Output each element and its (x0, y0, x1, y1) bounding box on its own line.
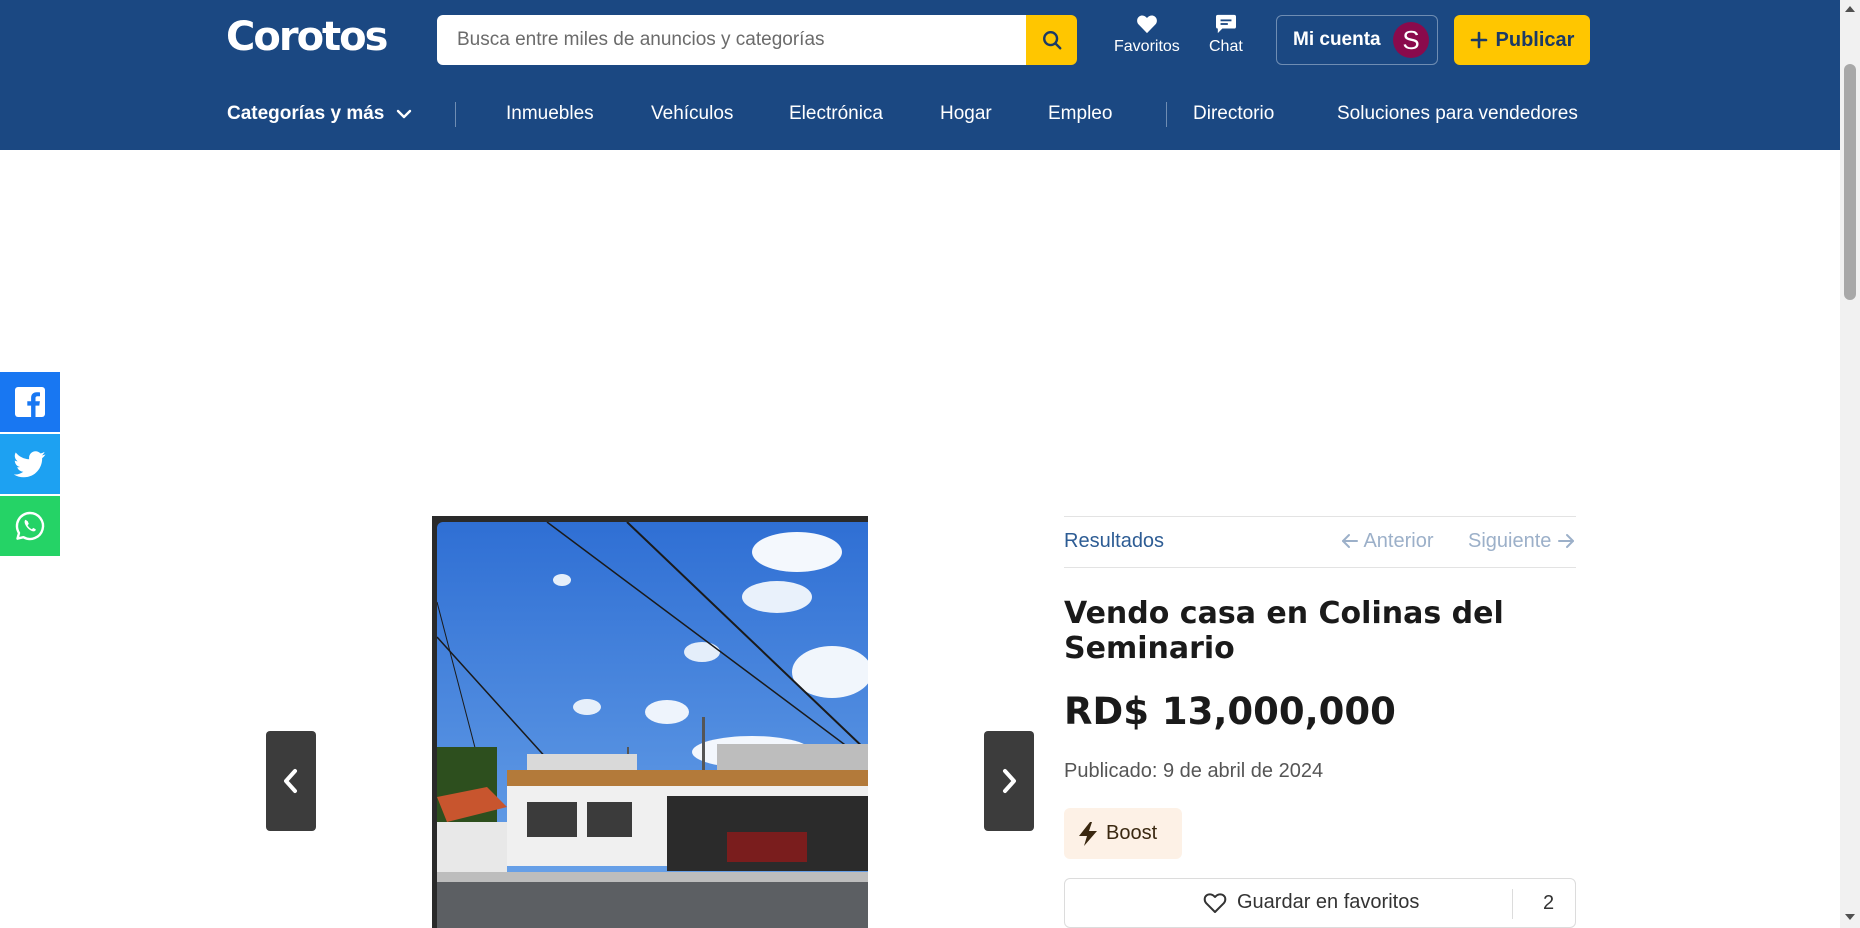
avatar: S (1393, 22, 1429, 58)
lightning-icon (1079, 821, 1097, 846)
favorites-button[interactable]: Favoritos (1114, 14, 1180, 56)
share-facebook-button[interactable] (0, 372, 60, 432)
nav-item-hogar[interactable]: Hogar (940, 103, 992, 125)
search-bar (437, 15, 1077, 65)
plus-icon (1470, 31, 1487, 49)
save-favorite-button[interactable]: Guardar en favoritos 2 (1064, 878, 1576, 928)
save-favorite-label: Guardar en favoritos (1237, 891, 1420, 913)
arrow-right-icon (1557, 534, 1574, 548)
publish-button[interactable]: Publicar (1454, 15, 1590, 65)
previous-label: Anterior (1363, 530, 1434, 552)
gallery-next-button[interactable] (984, 731, 1034, 831)
scroll-thumb[interactable] (1844, 64, 1856, 300)
next-label: Siguiente (1468, 530, 1552, 552)
nav-item-sellers[interactable]: Soluciones para vendedores (1337, 103, 1578, 125)
gallery-previous-button[interactable] (266, 731, 316, 831)
favorite-divider (1512, 889, 1513, 919)
favorites-label: Favoritos (1114, 38, 1180, 55)
chat-button[interactable]: Chat (1209, 14, 1243, 56)
search-icon (1042, 31, 1061, 50)
scroll-down-arrow[interactable] (1845, 914, 1855, 920)
nav-divider (455, 102, 456, 127)
chat-label: Chat (1209, 38, 1243, 55)
boost-label: Boost (1106, 822, 1158, 844)
boost-button[interactable]: Boost (1064, 808, 1182, 859)
scroll-up-arrow[interactable] (1845, 6, 1855, 12)
listing-photo[interactable] (437, 522, 868, 928)
category-nav: Categorías y más Inmuebles Vehículos Ele… (0, 95, 1840, 135)
save-favorite-content: Guardar en favoritos (1203, 891, 1419, 914)
nav-item-directorio[interactable]: Directorio (1193, 103, 1274, 125)
listing-price: RD$ 13,000,000 (1064, 690, 1396, 733)
categories-dropdown[interactable]: Categorías y más (227, 103, 412, 125)
nav-divider (1166, 102, 1167, 127)
my-account-label: Mi cuenta (1293, 29, 1381, 50)
share-whatsapp-button[interactable] (0, 496, 60, 556)
chat-icon (1215, 14, 1236, 34)
listing-title: Vendo casa en Colinas del Seminario (1064, 596, 1504, 666)
twitter-icon (14, 450, 46, 477)
heart-icon (1136, 15, 1157, 34)
nav-item-electronica[interactable]: Electrónica (789, 103, 883, 125)
share-twitter-button[interactable] (0, 434, 60, 494)
whatsapp-icon (15, 511, 45, 541)
top-header: Corotos Favoritos Chat Mi cuenta S Publi… (0, 0, 1840, 150)
nav-item-empleo[interactable]: Empleo (1048, 103, 1112, 125)
heart-outline-icon (1203, 892, 1227, 913)
nav-item-inmuebles[interactable]: Inmuebles (506, 103, 594, 125)
image-gallery (432, 516, 868, 928)
results-link[interactable]: Resultados (1064, 530, 1164, 553)
house-photo-image (437, 522, 868, 928)
categories-label: Categorías y más (227, 103, 385, 124)
publish-label: Publicar (1495, 28, 1575, 51)
nav-item-vehiculos[interactable]: Vehículos (651, 103, 733, 125)
chevron-right-icon (1003, 769, 1016, 793)
search-input[interactable] (437, 15, 1027, 65)
previous-listing-link[interactable]: Anterior (1341, 530, 1433, 553)
published-date: Publicado: 9 de abril de 2024 (1064, 760, 1324, 782)
search-button[interactable] (1026, 15, 1077, 65)
chevron-down-icon (396, 109, 411, 119)
arrow-left-icon (1342, 534, 1358, 548)
favorite-count: 2 (1543, 892, 1555, 914)
page-scrollbar[interactable] (1840, 0, 1860, 928)
results-navigation: Resultados Anterior Siguiente (1064, 516, 1576, 568)
corotos-logo[interactable]: Corotos (226, 14, 388, 60)
facebook-icon (15, 387, 45, 417)
next-listing-link[interactable]: Siguiente (1468, 530, 1575, 553)
chevron-left-icon (284, 769, 297, 793)
my-account-button[interactable]: Mi cuenta S (1276, 15, 1438, 65)
